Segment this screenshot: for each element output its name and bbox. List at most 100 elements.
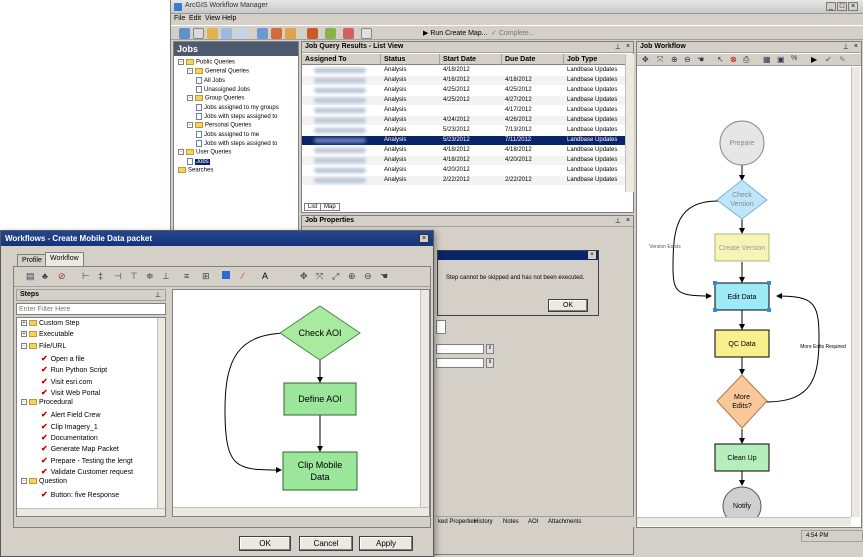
close-icon[interactable]: × bbox=[588, 251, 596, 259]
property-field[interactable] bbox=[436, 358, 484, 368]
close-icon[interactable]: × bbox=[419, 234, 429, 243]
table-row[interactable]: Analysis 4/25/2012 4/25/2012 Landbase Updat… bbox=[302, 86, 625, 95]
table-row[interactable]: Analysis 4/24/2012 4/26/2012 Landbase Updat… bbox=[302, 116, 625, 125]
table-row[interactable]: Analysis 5/23/2012 7/11/2012 Landbase Updat… bbox=[302, 136, 625, 145]
flag-icon[interactable] bbox=[325, 28, 336, 39]
jobs-tree-item[interactable]: - Public Queries bbox=[178, 59, 235, 68]
tools-icon[interactable] bbox=[307, 28, 318, 39]
pin-icon[interactable]: ⊥ bbox=[843, 43, 849, 51]
step-item[interactable]: ✔ Validate Customer request bbox=[41, 467, 133, 478]
property-field[interactable] bbox=[436, 344, 484, 354]
jobs-tree-item[interactable]: Searches bbox=[178, 167, 213, 176]
zoom-out-icon[interactable]: ⊖ bbox=[684, 55, 691, 64]
align-middle-icon[interactable]: ≑ bbox=[146, 271, 154, 282]
node-clip-mobile[interactable] bbox=[282, 451, 358, 491]
save-icon[interactable]: ▤ bbox=[26, 271, 35, 282]
close-panel-icon[interactable]: × bbox=[626, 217, 630, 224]
pan-icon[interactable]: ✥ bbox=[642, 55, 649, 64]
table-row[interactable]: Analysis 5/23/2012 7/13/2012 Landbase Updat… bbox=[302, 126, 625, 135]
jobs-tree-item[interactable]: Jobs assigned to my groups bbox=[196, 104, 279, 113]
column-header[interactable]: Due Date bbox=[502, 54, 564, 65]
hand-icon[interactable]: ☚ bbox=[380, 271, 388, 282]
workflow-hscroll[interactable] bbox=[637, 517, 851, 526]
tab-linked-properties[interactable]: ked Properties bbox=[438, 519, 477, 525]
step-item[interactable]: ✔ Visit esri.com bbox=[41, 377, 92, 388]
ok-button[interactable]: OK bbox=[239, 536, 291, 551]
percent-icon[interactable]: % bbox=[791, 55, 797, 62]
step-item[interactable]: ✔ Documentation bbox=[41, 433, 98, 444]
align-bottom-icon[interactable]: ⊥ bbox=[162, 271, 170, 282]
fit-icon[interactable]: ⤧ bbox=[657, 55, 663, 65]
steps-hscroll[interactable] bbox=[17, 508, 165, 516]
zoom-in-icon[interactable]: ⊕ bbox=[671, 55, 678, 64]
close-icon[interactable]: × bbox=[848, 2, 858, 11]
step-item[interactable]: ✔ Visit Web Portal bbox=[41, 388, 100, 399]
step-item[interactable]: - Procedural bbox=[21, 399, 73, 410]
results-vscroll[interactable] bbox=[625, 54, 634, 192]
delete-icon[interactable]: ⊘ bbox=[58, 271, 66, 282]
tab-fragment[interactable] bbox=[436, 320, 446, 334]
jobs-tree-item[interactable]: Jobs bbox=[187, 158, 210, 167]
tab-profile[interactable]: Profile bbox=[17, 254, 47, 266]
reassign-icon[interactable]: ✎ bbox=[839, 55, 846, 64]
step-item[interactable]: ✔ Prepare - Testing the lengt bbox=[41, 456, 133, 467]
menu-edit[interactable]: Edit bbox=[189, 15, 201, 22]
jobs-tree-item[interactable]: - Group Queries bbox=[187, 95, 244, 104]
layout-icon[interactable]: ▣ bbox=[777, 55, 785, 64]
tab-workflow[interactable]: Workflow bbox=[45, 252, 84, 266]
column-header[interactable]: Status bbox=[381, 54, 440, 65]
expand-icon[interactable]: ⤢ bbox=[332, 271, 339, 282]
step-item[interactable]: - File/URL bbox=[21, 343, 66, 354]
open-icon[interactable] bbox=[207, 28, 218, 39]
apply-button[interactable]: Apply bbox=[359, 536, 413, 551]
hand-icon[interactable]: ☚ bbox=[697, 55, 704, 64]
dock-icon[interactable] bbox=[361, 28, 372, 39]
align-left-icon[interactable]: ⊢ bbox=[82, 271, 90, 282]
node-check-version[interactable] bbox=[716, 179, 768, 220]
export-icon[interactable] bbox=[285, 28, 296, 39]
expand-icon[interactable]: - bbox=[178, 149, 184, 155]
column-header[interactable]: Job Type bbox=[564, 54, 625, 65]
pan-icon[interactable]: ✥ bbox=[300, 271, 308, 282]
selection-handle[interactable] bbox=[713, 308, 717, 312]
complete-button[interactable]: ✓ Complete... bbox=[491, 29, 535, 37]
expand-icon[interactable]: - bbox=[21, 478, 27, 485]
menu-view[interactable]: View bbox=[205, 15, 220, 22]
expand-icon[interactable]: - bbox=[187, 68, 193, 74]
fill-color-icon[interactable] bbox=[222, 271, 230, 279]
spin-icon[interactable]: ⇕ bbox=[486, 358, 494, 368]
pin-icon[interactable]: ⊥ bbox=[615, 43, 621, 51]
table-row[interactable]: Analysis 4/18/2012 4/20/2012 Landbase Updat… bbox=[302, 156, 625, 165]
table-row[interactable]: Analysis 4/20/2012 Landbase Updates bbox=[302, 166, 625, 175]
align-top-icon[interactable]: ⊤ bbox=[130, 271, 138, 282]
expand-icon[interactable]: - bbox=[187, 95, 193, 101]
jobs-tree-item[interactable]: Jobs assigned to me bbox=[196, 131, 259, 140]
steps-vscroll[interactable] bbox=[157, 318, 165, 508]
report-icon[interactable] bbox=[235, 28, 246, 39]
copy-icon[interactable] bbox=[221, 28, 232, 39]
run-button[interactable]: ▶ Run Create Map... bbox=[423, 29, 488, 37]
mark-complete-icon[interactable]: ✔ bbox=[825, 55, 832, 64]
chart-icon[interactable] bbox=[271, 28, 282, 39]
pin-icon[interactable]: ⊥ bbox=[155, 291, 161, 299]
message-ok-button[interactable]: OK bbox=[548, 299, 588, 312]
expand-icon[interactable]: + bbox=[21, 320, 27, 327]
expand-icon[interactable]: - bbox=[187, 122, 193, 128]
table-row[interactable]: Analysis 2/22/2012 2/22/2012 Landbase Updat… bbox=[302, 176, 625, 185]
font-color-icon[interactable]: A bbox=[262, 271, 268, 281]
step-item[interactable]: ✔ Alert Field Crew bbox=[41, 410, 101, 421]
workflow-vscroll[interactable] bbox=[851, 67, 860, 517]
line-color-icon[interactable]: ⁄ bbox=[242, 271, 244, 281]
jobs-tree-item[interactable]: - User Queries bbox=[178, 149, 231, 158]
print-icon[interactable]: ⎙ bbox=[743, 55, 749, 65]
table-row[interactable]: Analysis 4/17/2012 Landbase Updates bbox=[302, 106, 625, 115]
run-step-icon[interactable]: ▶ bbox=[811, 55, 817, 64]
step-icon[interactable]: ♣ bbox=[42, 271, 48, 281]
selection-handle[interactable] bbox=[767, 308, 771, 312]
close-panel-icon[interactable]: × bbox=[626, 43, 630, 50]
tab-list[interactable]: List bbox=[304, 203, 322, 211]
menu-file[interactable]: File bbox=[174, 15, 185, 22]
close-panel-icon[interactable]: × bbox=[854, 43, 858, 50]
tab-notes[interactable]: Notes bbox=[503, 519, 519, 525]
size-icon[interactable]: ⊞ bbox=[202, 271, 210, 282]
